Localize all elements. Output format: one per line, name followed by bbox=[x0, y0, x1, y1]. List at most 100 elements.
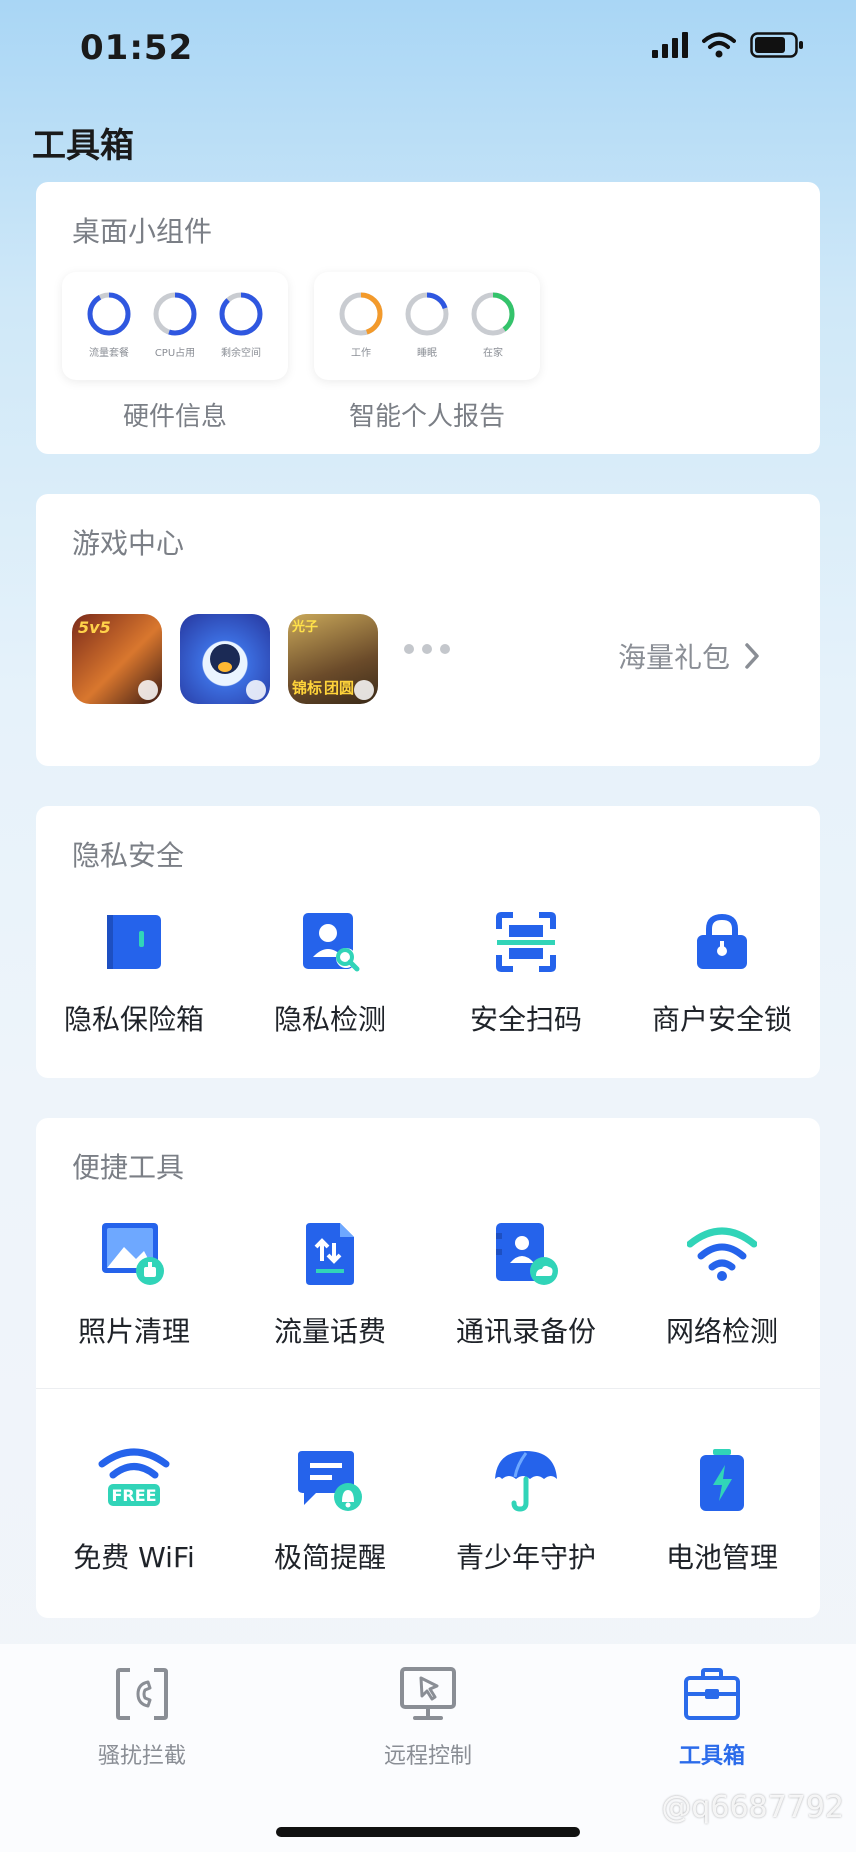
personal-report-widget[interactable]: 工作 睡眠 在家 bbox=[314, 272, 540, 380]
privacy-card: 隐私安全 隐私保险箱 隐私检测 安全扫码 商户安全锁 bbox=[36, 806, 820, 1078]
ring-item: 睡眠 bbox=[403, 290, 451, 380]
ring-chart-icon bbox=[219, 292, 263, 336]
game-honor-of-kings-icon[interactable]: 5v5 bbox=[72, 614, 162, 704]
battery-manage-item[interactable]: 电池管理 bbox=[624, 1444, 820, 1576]
more-games-dots-icon[interactable] bbox=[404, 644, 450, 654]
gift-pack-label: 海量礼包 bbox=[617, 641, 730, 674]
ring-label: 工作 bbox=[351, 348, 371, 359]
watermark: @q6687792 bbox=[661, 1790, 844, 1825]
game-icon-text: 锦标 bbox=[292, 679, 323, 697]
data-bill-item[interactable]: 流量话费 bbox=[232, 1218, 428, 1350]
privacy-scan-item[interactable]: 安全扫码 bbox=[428, 906, 624, 1038]
ring-chart-icon bbox=[153, 292, 197, 336]
home-indicator[interactable] bbox=[276, 1827, 580, 1837]
tab-toolbox[interactable]: 工具箱 bbox=[612, 1666, 812, 1770]
free-badge-text: FREE bbox=[111, 1486, 156, 1505]
game-pubg-icon[interactable]: 光子 锦标 团圆 bbox=[288, 614, 378, 704]
tools-card: 便捷工具 照片清理 流量话费 通讯录备份 网络检测 FREE 免费 WiFi 极… bbox=[36, 1118, 820, 1618]
wifi-check-icon bbox=[687, 1227, 757, 1281]
ring-progress bbox=[219, 292, 263, 336]
tab-label: 工具箱 bbox=[678, 1744, 745, 1769]
privacy-item-label: 商户安全锁 bbox=[651, 1003, 792, 1036]
ring-progress bbox=[87, 292, 131, 336]
tab-harassment-block[interactable]: 骚扰拦截 bbox=[42, 1666, 242, 1770]
ring-chart-icon bbox=[87, 292, 131, 336]
privacy-title: 隐私安全 bbox=[72, 839, 185, 872]
game-icon-text: 光子 bbox=[292, 620, 319, 635]
tool-item-label: 电池管理 bbox=[665, 1541, 778, 1574]
game-center-card: 游戏中心 5v5 光子 锦标 团圆 海量礼包 bbox=[36, 494, 820, 766]
tools-grid-row-1: 照片清理 流量话费 通讯录备份 网络检测 bbox=[36, 1218, 820, 1350]
hardware-widget-caption: 硬件信息 bbox=[122, 402, 227, 432]
page-title: 工具箱 bbox=[32, 126, 134, 166]
ring-chart-icon bbox=[339, 292, 383, 336]
phone-block-icon bbox=[116, 1668, 168, 1720]
signal-icon bbox=[652, 32, 688, 58]
widgets-title: 桌面小组件 bbox=[72, 215, 213, 248]
battery-icon bbox=[750, 32, 803, 58]
hardware-widget[interactable]: 流量套餐 CPU占用 剩余空间 bbox=[62, 272, 288, 380]
photo-clean-item[interactable]: 照片清理 bbox=[36, 1218, 232, 1350]
tab-label: 远程控制 bbox=[383, 1744, 472, 1769]
privacy-item-label: 安全扫码 bbox=[469, 1003, 582, 1036]
tool-item-label: 流量话费 bbox=[273, 1315, 386, 1348]
ring-label: 睡眠 bbox=[417, 348, 437, 359]
safe-box-icon bbox=[107, 915, 161, 969]
tab-label: 骚扰拦截 bbox=[97, 1744, 186, 1769]
tab-remote-control[interactable]: 远程控制 bbox=[328, 1666, 528, 1770]
reminder-item[interactable]: 极简提醒 bbox=[232, 1444, 428, 1576]
photo-clean-icon bbox=[102, 1223, 164, 1285]
gift-pack-link[interactable]: 海量礼包 bbox=[618, 634, 760, 678]
tools-divider bbox=[36, 1388, 820, 1389]
tool-item-label: 照片清理 bbox=[77, 1315, 190, 1348]
privacy-check-item[interactable]: 隐私检测 bbox=[232, 906, 428, 1038]
ring-chart-icon bbox=[405, 292, 449, 336]
game-icon-text: 5v5 bbox=[78, 618, 111, 637]
status-time: 01:52 bbox=[80, 28, 194, 68]
wifi-icon bbox=[702, 32, 736, 58]
ring-chart-icon bbox=[471, 292, 515, 336]
ring-label: CPU占用 bbox=[154, 348, 196, 359]
tool-item-label: 通讯录备份 bbox=[455, 1315, 596, 1348]
game-penguin-icon[interactable] bbox=[180, 614, 270, 704]
game-list: 5v5 光子 锦标 团圆 bbox=[72, 614, 378, 704]
tool-item-label: 极简提醒 bbox=[273, 1541, 386, 1574]
free-wifi-icon: FREE bbox=[98, 1448, 170, 1506]
scan-code-icon bbox=[496, 912, 556, 972]
contacts-backup-item[interactable]: 通讯录备份 bbox=[428, 1218, 624, 1350]
ring-label: 流量套餐 bbox=[89, 348, 129, 359]
ring-item: CPU占用 bbox=[151, 290, 199, 380]
reminder-icon bbox=[298, 1451, 362, 1511]
privacy-merchant-lock-item[interactable]: 商户安全锁 bbox=[624, 906, 820, 1038]
tool-item-label: 免费 WiFi bbox=[73, 1541, 195, 1574]
widgets-card: 桌面小组件 流量套餐 CPU占用 剩余空间 硬件信息 工作 睡眠 在家 智能个人… bbox=[36, 182, 820, 454]
toolbox-icon bbox=[684, 1668, 740, 1720]
personal-report-caption: 智能个人报告 bbox=[348, 402, 505, 432]
privacy-item-label: 隐私保险箱 bbox=[63, 1003, 204, 1036]
tools-grid-row-2: FREE 免费 WiFi 极简提醒 青少年守护 电池管理 bbox=[36, 1444, 820, 1576]
battery-manage-icon bbox=[700, 1449, 744, 1511]
ring-item: 工作 bbox=[337, 290, 385, 380]
tools-title: 便捷工具 bbox=[72, 1151, 185, 1184]
remote-control-icon bbox=[400, 1667, 456, 1720]
teen-guard-item[interactable]: 青少年守护 bbox=[428, 1444, 624, 1576]
data-bill-icon bbox=[306, 1223, 354, 1285]
privacy-check-icon bbox=[303, 913, 360, 972]
privacy-safe-box-item[interactable]: 隐私保险箱 bbox=[36, 906, 232, 1038]
tool-item-label: 网络检测 bbox=[665, 1315, 778, 1348]
ring-item: 流量套餐 bbox=[85, 290, 133, 380]
status-bar: 01:52 bbox=[0, 0, 856, 100]
ring-label: 剩余空间 bbox=[221, 348, 261, 359]
game-center-title: 游戏中心 bbox=[72, 527, 185, 560]
ring-label: 在家 bbox=[483, 348, 503, 359]
free-wifi-item[interactable]: FREE 免费 WiFi bbox=[36, 1444, 232, 1576]
privacy-grid: 隐私保险箱 隐私检测 安全扫码 商户安全锁 bbox=[36, 906, 820, 1038]
status-icons bbox=[652, 32, 804, 58]
tool-item-label: 青少年守护 bbox=[455, 1541, 596, 1574]
chevron-right-icon bbox=[745, 643, 759, 669]
contacts-backup-icon bbox=[496, 1223, 558, 1285]
network-check-item[interactable]: 网络检测 bbox=[624, 1218, 820, 1350]
umbrella-icon bbox=[495, 1451, 557, 1512]
ring-item: 剩余空间 bbox=[217, 290, 265, 380]
lock-icon bbox=[697, 913, 747, 969]
